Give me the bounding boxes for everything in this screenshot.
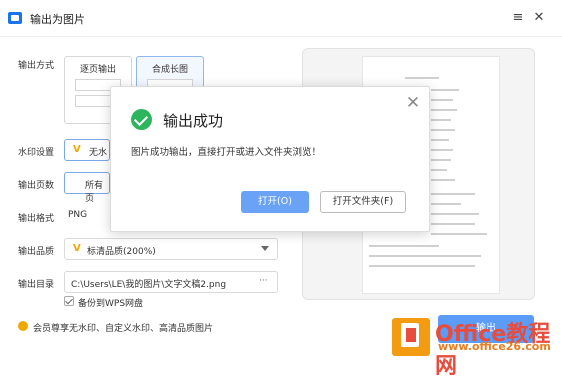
- browse-button[interactable]: ···: [259, 276, 268, 286]
- chevron-down-icon: [261, 246, 269, 251]
- success-dialog: 输出成功 ✕ 图片成功输出，直接打开或进入文件夹浏览！ 打开(O) 打开文件夹(…: [110, 86, 430, 232]
- vip-icon: V: [73, 144, 81, 155]
- dialog-close-icon[interactable]: ✕: [405, 95, 421, 112]
- watermark-value: 无水: [89, 148, 108, 158]
- member-promo-text[interactable]: 会员尊享无水印、自定义水印、高清品质图片: [33, 321, 213, 334]
- dir-field[interactable]: C:\Users\LE\我的图片\文字文稿2.png ···: [64, 271, 278, 293]
- format-select[interactable]: PNG: [64, 205, 110, 227]
- picture-app-icon: [8, 12, 22, 24]
- dir-label: 输出目录: [18, 280, 55, 290]
- mode-label: 输出方式: [18, 61, 55, 71]
- office-logo-icon: [392, 318, 430, 356]
- site-watermark: Office教程网 www.office26.com: [392, 318, 562, 379]
- pages-value: 所有页: [85, 181, 104, 204]
- mode-option-label: 逐页输出: [79, 65, 116, 75]
- backup-label: 备份到WPS网盘: [78, 299, 144, 309]
- format-value: PNG: [68, 210, 88, 220]
- quality-select[interactable]: V 标清品质(200%): [64, 238, 278, 260]
- vip-crown-icon: [18, 321, 28, 331]
- pages-select[interactable]: 所有页: [64, 172, 110, 204]
- quality-label: 输出品质: [18, 247, 55, 257]
- open-button[interactable]: 打开(O): [241, 191, 309, 213]
- close-icon[interactable]: ✕: [531, 10, 547, 26]
- open-folder-button[interactable]: 打开文件夹(F): [320, 191, 406, 213]
- dialog-message: 图片成功输出，直接打开或进入文件夹浏览！: [131, 147, 322, 158]
- backup-checkbox[interactable]: [64, 296, 74, 306]
- watermark-url: www.office26.com: [438, 340, 551, 353]
- vip-icon: V: [73, 243, 81, 254]
- check-circle-icon: [131, 109, 152, 130]
- watermark-select[interactable]: V 无水: [64, 139, 110, 161]
- window-title: 输出为图片: [30, 13, 85, 26]
- quality-value: 标清品质(200%): [87, 247, 156, 257]
- watermark-label: 水印设置: [18, 148, 55, 158]
- format-label: 输出格式: [18, 214, 55, 224]
- dir-value: C:\Users\LE\我的图片\文字文稿2.png: [71, 280, 227, 290]
- dialog-title: 输出成功: [163, 112, 224, 130]
- mode-option-label: 合成长图: [151, 65, 188, 75]
- pages-label: 输出页数: [18, 181, 55, 191]
- menu-icon[interactable]: ≡: [510, 10, 526, 26]
